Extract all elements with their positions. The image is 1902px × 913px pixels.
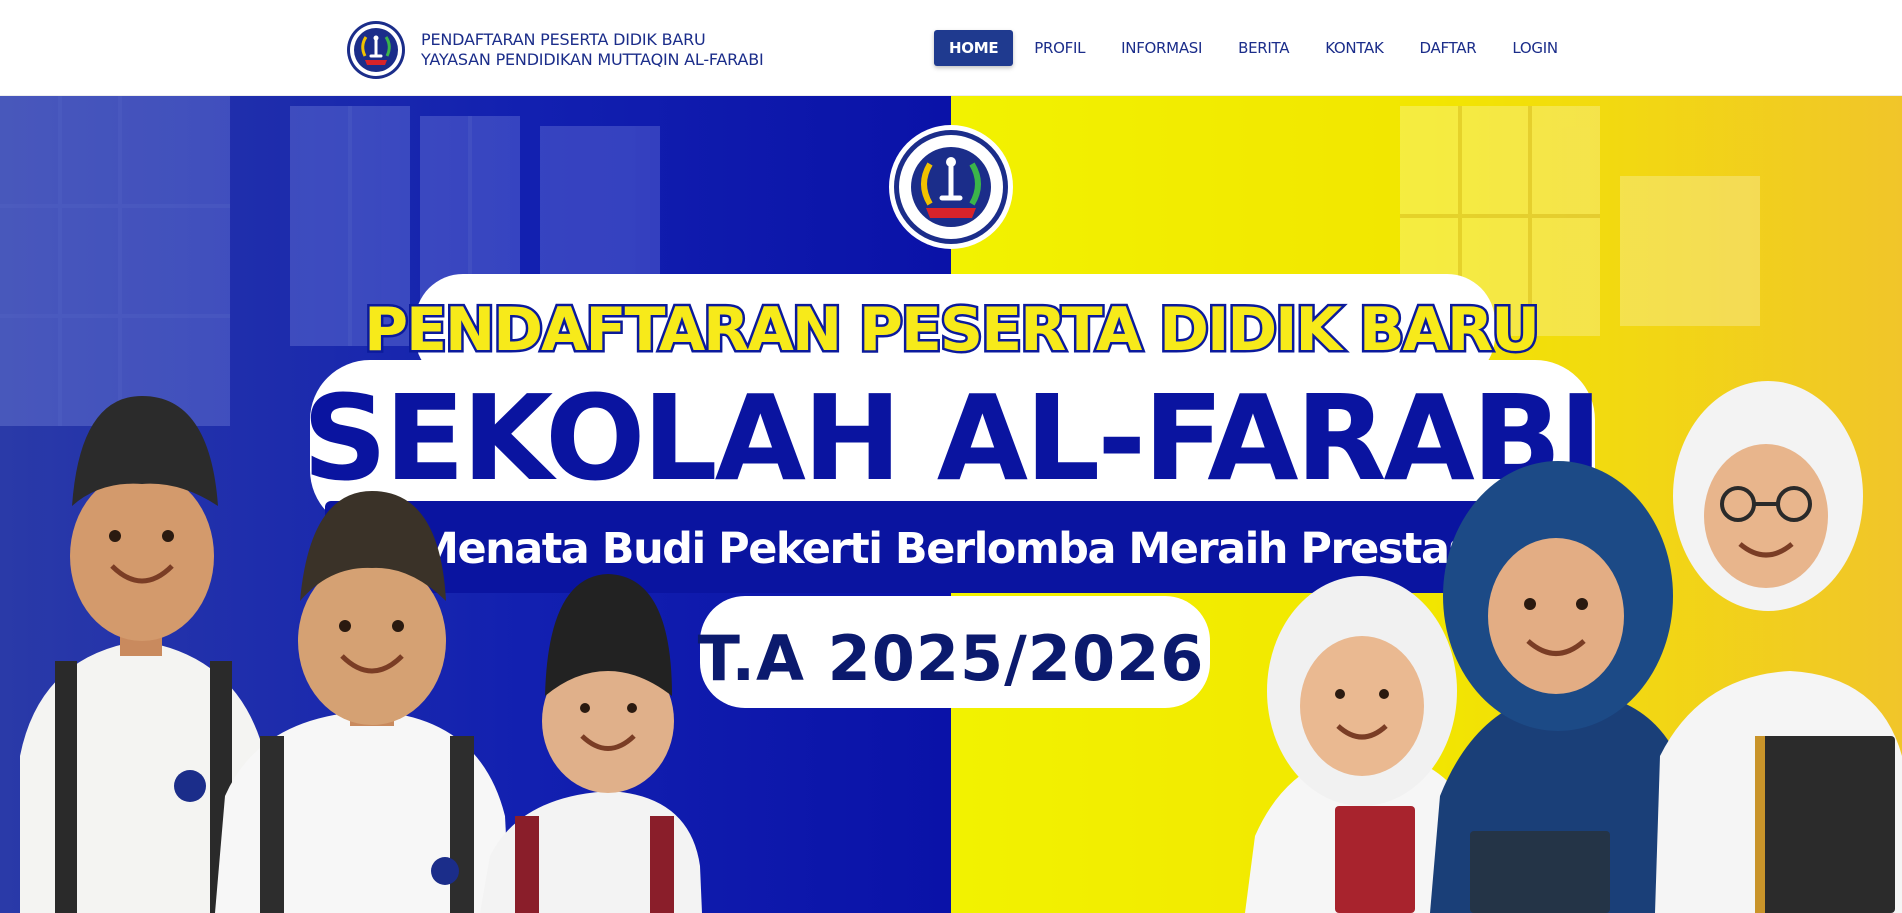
main-nav: HOME PROFIL INFORMASI BERITA KONTAK DAFT…: [934, 30, 1579, 66]
nav-daftar[interactable]: DAFTAR: [1405, 30, 1492, 66]
hero-title-line-1: PENDAFTARAN PESERTA DIDIK BARU: [364, 295, 1538, 365]
hero-year: T.A 2025/2026: [698, 622, 1205, 695]
hero-banner: PENDAFTARAN PESERTA DIDIK BARU SEKOLAH A…: [0, 96, 1902, 913]
nav-profil[interactable]: PROFIL: [1019, 30, 1100, 66]
nav-berita[interactable]: BERITA: [1223, 30, 1304, 66]
nav-informasi[interactable]: INFORMASI: [1106, 30, 1217, 66]
nav-kontak[interactable]: KONTAK: [1310, 30, 1398, 66]
hero-crest: [889, 125, 1013, 249]
school-crest-icon: [347, 21, 405, 79]
brand[interactable]: PENDAFTARAN PESERTA DIDIK BARU YAYASAN P…: [346, 20, 764, 80]
nav-login[interactable]: LOGIN: [1497, 30, 1572, 66]
brand-title: PENDAFTARAN PESERTA DIDIK BARU: [421, 30, 706, 49]
brand-subtitle: YAYASAN PENDIDIKAN MUTTAQIN AL-FARABI: [421, 50, 764, 69]
hero-tagline: Menata Budi Pekerti Berlomba Meraih Pres…: [416, 524, 1486, 574]
hero-title-line-2: SEKOLAH AL-FARABI: [302, 369, 1599, 507]
site-header: PENDAFTARAN PESERTA DIDIK BARU YAYASAN P…: [0, 0, 1902, 96]
hero-banner-image: PENDAFTARAN PESERTA DIDIK BARU SEKOLAH A…: [0, 96, 1902, 913]
nav-home[interactable]: HOME: [934, 30, 1014, 66]
